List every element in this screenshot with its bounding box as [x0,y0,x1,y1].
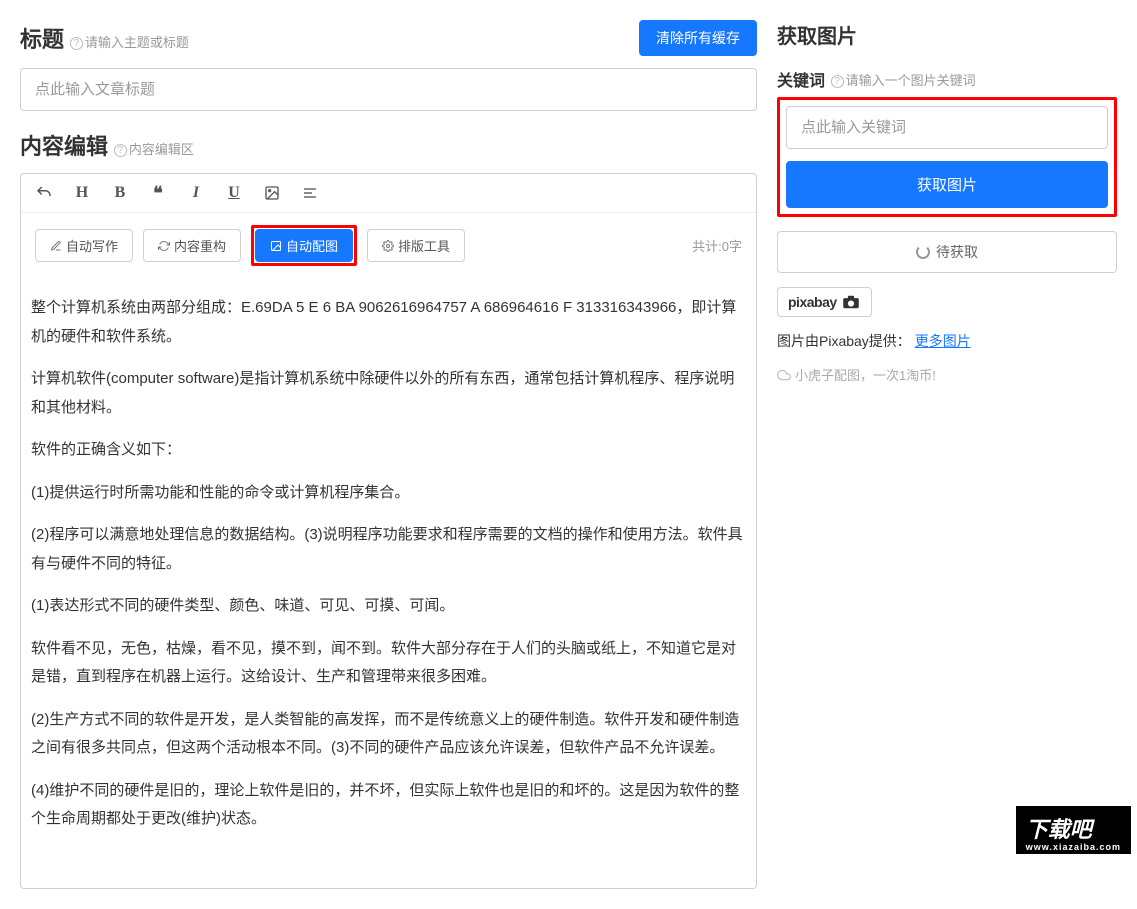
keyword-input[interactable] [786,106,1108,149]
content-paragraph: (1)表达形式不同的硬件类型、颜色、味道、可见、可摸、可闻。 [31,592,746,621]
content-paragraph: 软件看不见，无色，枯燥，看不见，摸不到，闻不到。软件大部分存在于人们的头脑或纸上… [31,635,746,692]
article-title-input[interactable] [20,68,757,111]
info-icon: ? [70,37,83,50]
image-icon[interactable] [263,184,281,202]
content-paragraph: 计算机软件(computer software)是指计算机系统中除硬件以外的所有… [31,365,746,422]
sidebar-column: 获取图片 关键词 ?请输入一个图片关键词 获取图片 待获取 pixabay 图片… [777,20,1117,889]
info-icon: ? [831,75,844,88]
watermark: 下载吧 www.xiazaiba.com [1016,806,1131,854]
bold-icon[interactable]: B [111,184,129,202]
restructure-button[interactable]: 内容重构 [143,229,241,262]
title-section-header: 标题 ?请输入主题或标题 清除所有缓存 [20,20,757,56]
sidebar-title: 获取图片 [777,20,1117,49]
content-editor[interactable]: 整个计算机系统由两部分组成：E.69DA 5 E 6 BA 9062616964… [21,278,756,888]
spinner-icon [916,245,930,259]
content-paragraph: (4)维护不同的硬件是旧的，理论上软件是旧的，并不坏，但实际上软件也是旧的和坏的… [31,777,746,834]
align-icon[interactable] [301,184,319,202]
format-toolbar: H B ❝ I U [21,174,756,213]
info-icon: ? [114,144,127,157]
auto-write-button[interactable]: 自动写作 [35,229,133,262]
action-toolbar: 自动写作 内容重构 自动配图 排版工具 共计:0字 [21,213,756,278]
keyword-label-row: 关键词 ?请输入一个图片关键词 [777,67,1117,91]
italic-icon[interactable]: I [187,184,205,202]
title-label: 标题 [20,27,64,52]
auto-image-highlight: 自动配图 [251,225,357,266]
title-hint: ?请输入主题或标题 [70,35,189,50]
content-paragraph: 整个计算机系统由两部分组成：E.69DA 5 E 6 BA 9062616964… [31,294,746,351]
keyword-label: 关键词 [777,67,825,91]
undo-icon[interactable] [35,184,53,202]
quote-icon[interactable]: ❝ [149,184,167,202]
underline-icon[interactable]: U [225,184,243,202]
content-paragraph: 软件的正确含义如下： [31,436,746,465]
pixabay-logo: pixabay [777,287,872,317]
keyword-hint: ?请输入一个图片关键词 [827,70,976,89]
layout-tool-button[interactable]: 排版工具 [367,229,465,262]
content-edit-label: 内容编辑 [20,134,108,159]
image-source-row: 图片由Pixabay提供： 更多图片 [777,331,1117,351]
cloud-icon [777,368,791,382]
status-text: 待获取 [936,242,978,262]
editor-container: H B ❝ I U 自动写作 内容重构 自动配图 排版工具 共计:0字 [20,173,757,889]
more-images-link[interactable]: 更多图片 [915,333,971,349]
content-paragraph: (2)生产方式不同的软件是开发，是人类智能的高发挥，而不是传统意义上的硬件制造。… [31,706,746,763]
fetch-image-button[interactable]: 获取图片 [786,161,1108,208]
content-edit-hint: ?内容编辑区 [114,142,194,157]
fetch-status: 待获取 [777,231,1117,273]
heading-icon[interactable]: H [73,184,91,202]
auto-image-button[interactable]: 自动配图 [255,229,353,262]
camera-icon [841,295,861,309]
sidebar-highlight-box: 获取图片 [777,97,1117,217]
main-column: 标题 ?请输入主题或标题 清除所有缓存 内容编辑 ?内容编辑区 H B ❝ I … [20,20,757,889]
word-counter: 共计:0字 [692,236,742,255]
tip-row: 小虎子配图，一次1淘币! [777,365,1117,384]
content-paragraph: (1)提供运行时所需功能和性能的命令或计算机程序集合。 [31,479,746,508]
clear-cache-button[interactable]: 清除所有缓存 [639,20,757,56]
content-section-header: 内容编辑 ?内容编辑区 [20,129,757,161]
content-paragraph: (2)程序可以满意地处理信息的数据结构。(3)说明程序功能要求和程序需要的文档的… [31,521,746,578]
